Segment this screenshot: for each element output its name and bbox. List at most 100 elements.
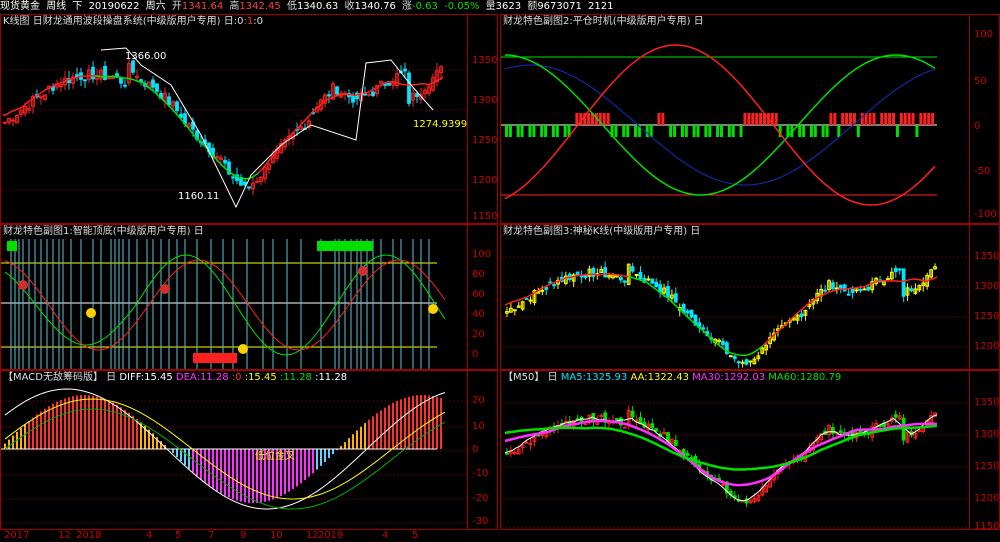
low-value: 1340.63 xyxy=(296,1,339,12)
time-tick: 4 xyxy=(146,530,153,541)
time-tick: 7 xyxy=(208,530,215,541)
signal-bar xyxy=(551,125,555,137)
candle-body xyxy=(524,298,529,301)
top-dot xyxy=(358,266,368,276)
sub1-chart[interactable] xyxy=(1,225,467,369)
signal-bar xyxy=(739,125,743,137)
symbol-label[interactable]: 现货黄金 xyxy=(0,1,40,12)
signal-bar xyxy=(829,113,833,125)
ma-tick: 1350 xyxy=(974,397,1000,408)
sub3-chart[interactable] xyxy=(501,225,969,369)
signal-bar xyxy=(872,113,876,125)
signal-bar xyxy=(841,113,845,125)
sub3-panel[interactable]: 财龙特色副图3:神秘K线(中级版用户专用) 日 1350 1300 1250 1… xyxy=(500,224,1000,370)
signal-bar xyxy=(802,125,806,137)
signal-bar xyxy=(931,113,935,125)
signal-bar xyxy=(555,125,559,137)
macd-tick: 0 xyxy=(472,444,479,455)
sub1-tick: 100 xyxy=(472,249,492,260)
candle-body xyxy=(155,83,159,92)
date-label: 20190622 xyxy=(88,1,140,12)
time-tick: 10 xyxy=(270,530,283,541)
candle-body xyxy=(728,355,733,358)
signal-bar xyxy=(692,125,696,137)
signal-bar xyxy=(516,125,520,137)
signal-bar xyxy=(825,125,829,137)
signal-bar xyxy=(544,125,548,137)
candle-body xyxy=(103,65,107,80)
smiley-icon xyxy=(428,304,438,314)
signal-bar xyxy=(743,113,747,125)
kline-price-axis: 1350 1300 1250 1200 1150 xyxy=(467,15,497,223)
open-label: 开 xyxy=(171,1,182,12)
candle-body xyxy=(575,271,580,276)
candle-body xyxy=(650,423,655,429)
candle-body xyxy=(544,286,549,290)
candle-body xyxy=(740,500,745,503)
resistance-line xyxy=(95,75,259,180)
signal-bar xyxy=(731,125,735,137)
time-tick: 12 xyxy=(58,530,71,541)
amount-label: 额 xyxy=(527,1,538,12)
signal-bar xyxy=(837,125,841,137)
ma-chart[interactable] xyxy=(501,371,969,529)
direction-label: 下 xyxy=(72,1,83,12)
candle-body xyxy=(512,309,517,312)
signal-bar xyxy=(528,125,532,137)
kline-tick: 1200 xyxy=(472,175,498,186)
signal-bar xyxy=(755,113,759,125)
candle-body xyxy=(91,66,95,80)
sub1-panel[interactable]: 财龙特色副图1:智能顶底(中级版用户专用) 日 100 80 60 40 20 … xyxy=(0,224,498,370)
sub2-panel[interactable]: 财龙特色副图2:平仓时机(中级版用户专用) 日 100 50 0 -50 -10… xyxy=(500,14,1000,224)
macd-axis: 20 10 0 -10 -20 -30 xyxy=(467,371,497,529)
candle-body xyxy=(552,284,556,287)
candle-body xyxy=(167,96,171,106)
signal-bar xyxy=(508,125,512,137)
sub2-tick: 100 xyxy=(974,29,994,40)
weekday-label: 周六 xyxy=(145,1,166,12)
ma-panel[interactable]: 【M50】 日 MA5:1325.93 AA:1322.43 MA30:1292… xyxy=(500,370,1000,532)
top-dot xyxy=(18,280,28,290)
signal-bar xyxy=(622,125,626,137)
close-value: 1340.76 xyxy=(354,1,396,12)
kline-chart[interactable] xyxy=(1,15,467,223)
signal-bar xyxy=(774,113,778,125)
candle-body xyxy=(528,299,533,302)
kline-panel[interactable]: K线图 日财龙通用波段操盘系统(中级版用户专用) 日:0:1:0 1350 13… xyxy=(0,14,498,224)
candle-body xyxy=(673,439,678,446)
signal-bar xyxy=(856,125,860,137)
candle-body xyxy=(351,94,355,103)
candle-body xyxy=(83,79,87,82)
candle-body xyxy=(540,289,545,292)
sub1-tick: 80 xyxy=(472,269,485,280)
sub1-tick: 60 xyxy=(472,289,485,300)
candle-body xyxy=(831,282,835,290)
candle-body xyxy=(736,361,741,364)
signal-bar xyxy=(505,125,508,137)
signal-bar xyxy=(563,125,567,137)
macd-tick: -30 xyxy=(472,516,489,527)
period-label[interactable]: 周线 xyxy=(46,1,66,12)
candle-body xyxy=(799,313,804,318)
candle-body xyxy=(131,60,135,73)
candle-body xyxy=(618,276,623,281)
signal-bar xyxy=(634,125,637,137)
candle-body xyxy=(387,82,391,86)
sub2-chart[interactable] xyxy=(501,15,969,223)
macd-panel[interactable]: 【MACD无敌筹码版】 日 DIFF:15.45 DEA:11.28 :0 :1… xyxy=(0,370,498,530)
macd-chart[interactable] xyxy=(1,371,467,529)
candle-body xyxy=(123,84,127,87)
signal-bar xyxy=(614,125,618,137)
last-annotation: 1274.9399 xyxy=(413,119,468,130)
sub1-tick: 20 xyxy=(472,329,485,340)
ma-axis: 1350 1300 1250 1200 1150 xyxy=(969,371,1000,532)
candle-body xyxy=(838,284,843,289)
signal-bar xyxy=(759,113,763,125)
sub1-tick: 0 xyxy=(472,349,479,360)
candle-body xyxy=(846,293,851,296)
signal-bar xyxy=(849,113,852,125)
candle-body xyxy=(367,93,371,96)
candle-body xyxy=(654,428,659,432)
candle-body xyxy=(175,101,179,112)
candle-body xyxy=(107,77,111,80)
